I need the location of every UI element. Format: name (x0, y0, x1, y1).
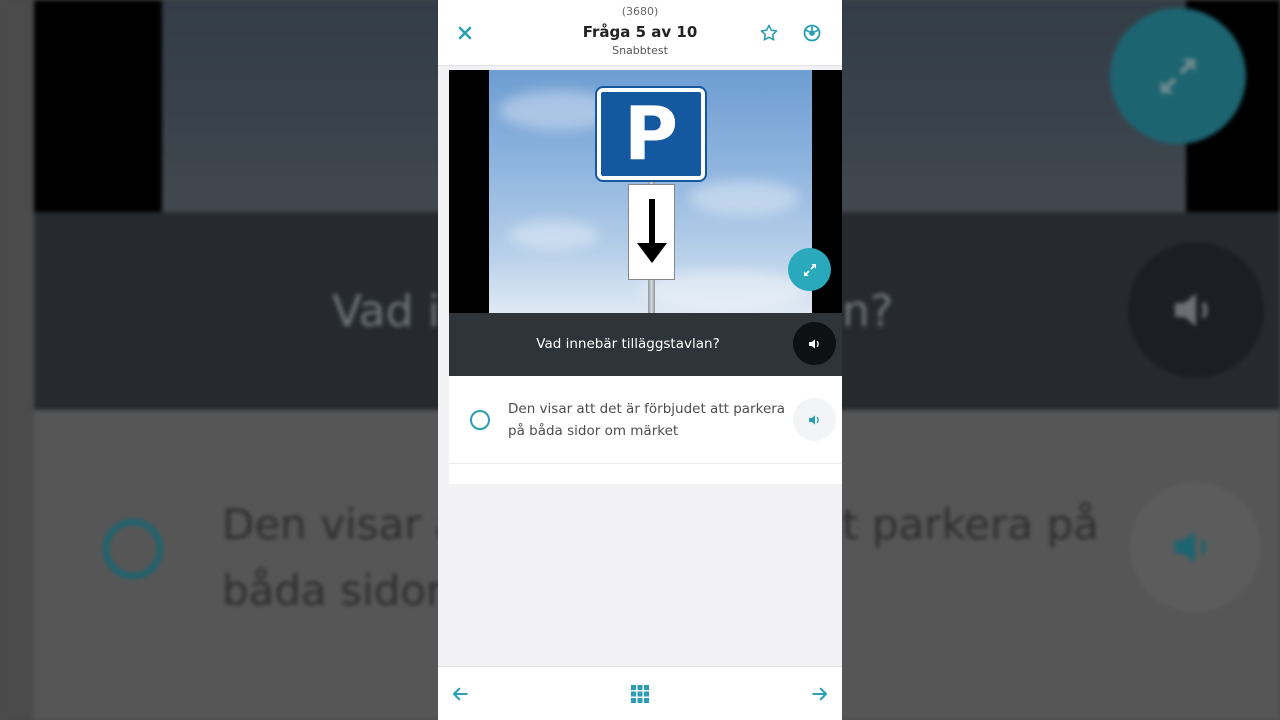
question-progress-title: Fråga 5 av 10 (582, 23, 698, 41)
question-bar: Vad innebär tilläggstavlan? (449, 313, 842, 376)
sign-photo: P (489, 70, 812, 313)
answer-audio-button[interactable] (793, 398, 836, 441)
question-audio-button[interactable] (793, 322, 836, 365)
navigation-footer (438, 666, 842, 720)
quiz-screen: (3680) Fråga 5 av 10 Snabbtest P Vad inn… (438, 0, 842, 720)
expand-image-button[interactable] (788, 248, 831, 291)
arrow-right-icon (812, 687, 828, 701)
parking-sign-letter: P (623, 91, 679, 177)
answer-list: Den visar att det är förbjudet att parke… (449, 376, 842, 484)
answer-option[interactable]: Den visar att det är förbjudet att parke… (449, 376, 842, 464)
favorite-button[interactable] (757, 21, 781, 45)
question-id: (3680) (621, 5, 659, 18)
bg-answer-line-1: Den visar a (222, 500, 461, 549)
bg-left-edge (0, 0, 34, 720)
quiz-header: (3680) Fråga 5 av 10 Snabbtest (438, 0, 842, 66)
speaker-icon (808, 338, 819, 349)
bg-radio-icon (103, 519, 163, 579)
bg-answer-line-2: båda sidor (222, 566, 444, 615)
bg-expand-icon (1110, 8, 1246, 144)
supplementary-sign-arrow-down (628, 184, 675, 280)
parking-sign: P (595, 86, 707, 182)
bg-answer-text-right: t parkera på (842, 500, 1099, 549)
bg-speaker-icon (1128, 242, 1264, 378)
previous-question-button[interactable] (447, 681, 473, 707)
answer-text: Den visar att det är förbjudet att parke… (508, 401, 786, 439)
close-button[interactable] (453, 21, 477, 45)
settings-button[interactable] (800, 21, 824, 45)
radio-button[interactable] (470, 410, 490, 430)
bg-question-text-right: n? (842, 286, 894, 337)
grid-icon (631, 685, 649, 703)
settings-icon (803, 24, 821, 42)
bg-answer-text-left: Den visar a båda sidor (222, 492, 461, 624)
close-icon (458, 26, 472, 40)
expand-icon (803, 263, 816, 276)
star-icon (760, 24, 778, 41)
bg-answer-speaker-icon (1130, 482, 1260, 612)
next-question-button[interactable] (807, 681, 833, 707)
speaker-icon (808, 414, 819, 425)
arrow-left-icon (452, 687, 468, 701)
question-media: P (449, 70, 842, 313)
question-text: Vad innebär tilläggstavlan? (536, 336, 720, 352)
question-overview-button[interactable] (627, 681, 653, 707)
quiz-mode-subtitle: Snabbtest (612, 44, 668, 57)
arrow-down-icon (636, 199, 667, 263)
